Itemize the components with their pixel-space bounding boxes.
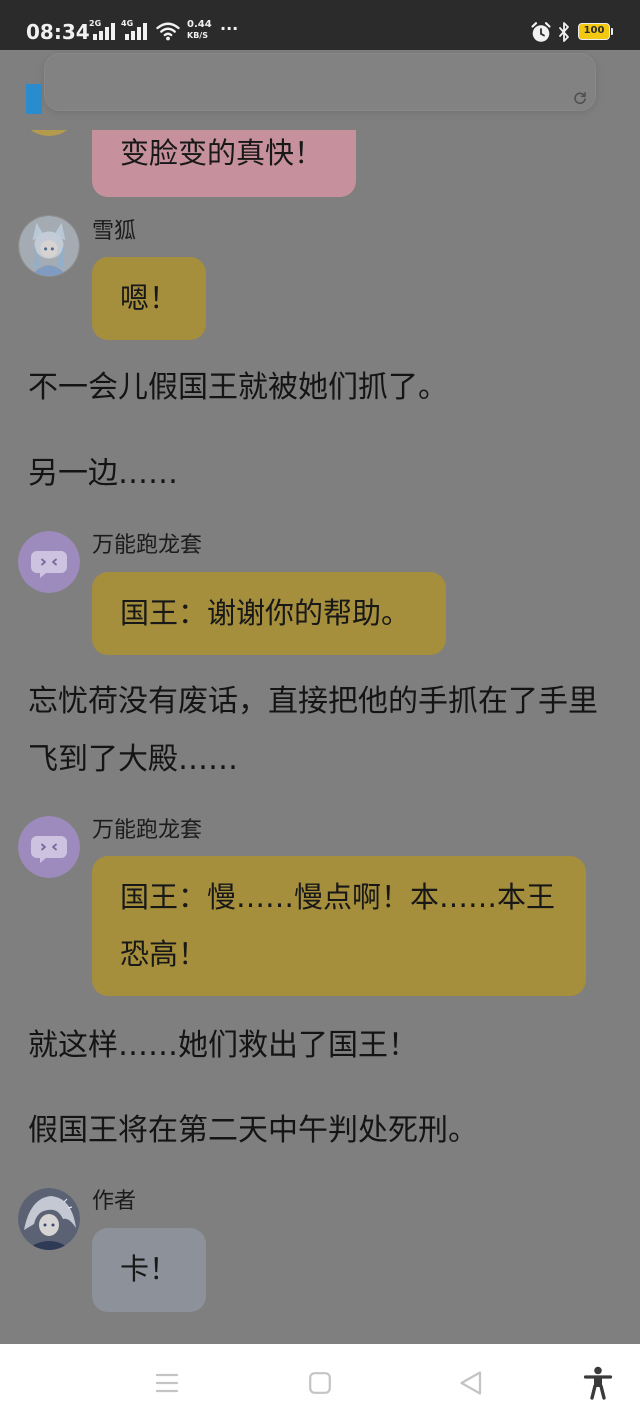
refresh-icon[interactable] [573,91,587,105]
signal-icon [125,23,147,40]
back-icon [460,1371,482,1395]
narration-text: 忘忧荷没有废话，直接把他的手抓在了手里飞到了大殿…… [28,684,598,777]
speaker-name: 万能跑龙套 [92,818,203,843]
status-bar: 08:34 2G 4G 0.44 KB/S ··· 100 [0,0,640,50]
clock: 08:34 [26,20,90,44]
narration-text: 不一会儿假国王就被她们抓了。 [28,370,448,405]
speaker-name: 万能跑龙套 [92,533,203,558]
story-feed[interactable]: 变脸变的真快！ 雪狐 嗯！ 不一会儿假国王就被她们抓了。 另一边…… 万能跑龙套… [0,0,640,1422]
chat-bubble-avatar-icon [18,816,80,878]
back-button[interactable] [431,1344,511,1422]
message-bubble: 国王：谢谢你的帮助。 [92,572,446,655]
message-bubble: 嗯！ [92,257,206,340]
menu-button[interactable] [127,1344,207,1422]
system-nav-bar [0,1344,640,1422]
accessibility-button[interactable] [558,1344,638,1422]
accessibility-icon [583,1366,613,1400]
narration-text: 另一边…… [28,456,178,491]
message-bubble: 卡！ [92,1228,206,1312]
wifi-icon [156,22,180,41]
speaker-name: 作者 [92,1189,137,1214]
net-speed-unit: KB/S [187,31,208,40]
bluetooth-icon [559,22,569,42]
banner-accent-block [26,84,42,114]
home-icon [309,1372,331,1394]
snow-fox-avatar-icon [18,215,80,277]
narration-text: 就这样……她们救出了国王！ [28,1028,418,1063]
top-banner-area [0,50,640,130]
author-avatar-icon [18,1188,80,1250]
speaker-name: 雪狐 [92,219,137,244]
battery-icon: 100 [578,23,610,40]
menu-icon [155,1373,179,1393]
home-button[interactable] [280,1344,360,1422]
net-speed-value: 0.44 [187,19,212,30]
chat-bubble-avatar-icon [18,531,80,593]
message-bubble: 国王：慢……慢点啊！本……本王恐高！ [92,856,586,996]
alarm-icon [531,22,551,42]
battery-tip [611,28,613,35]
signal-icon [93,23,115,40]
narration-text: 假国王将在第二天中午判处死刑。 [28,1113,478,1148]
top-banner-card[interactable] [44,53,596,111]
more-notifications-indicator: ··· [220,19,239,38]
